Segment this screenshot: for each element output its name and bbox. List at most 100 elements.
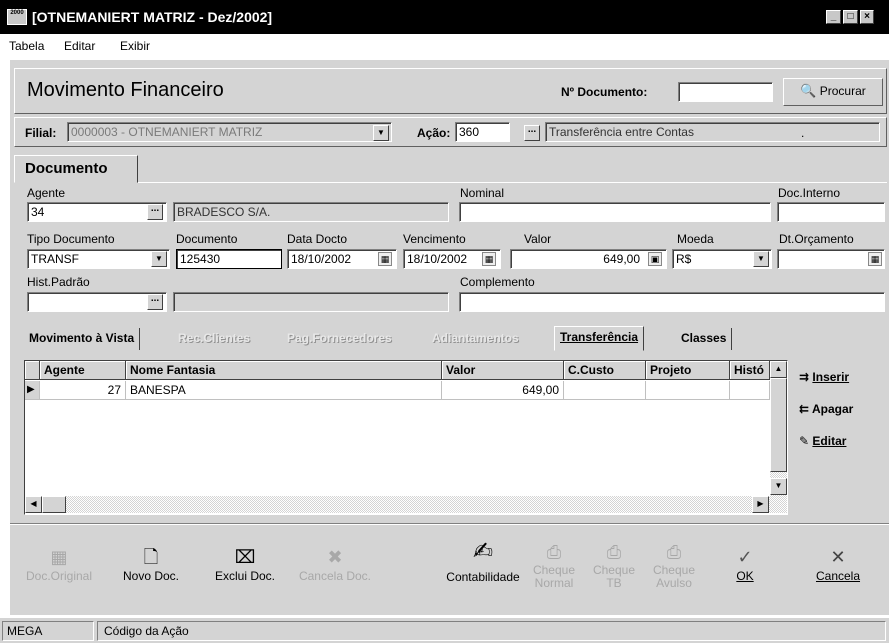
- valor-input[interactable]: 649,00: [510, 249, 667, 269]
- scroll-thumb[interactable]: [770, 378, 787, 472]
- filial-label: Filial:: [25, 126, 57, 140]
- menu-editar[interactable]: Editar: [64, 39, 95, 53]
- data-docto-calendar-icon[interactable]: ▦: [378, 252, 392, 266]
- tab-movimento-vista-label: Movimento à Vista: [29, 331, 135, 345]
- novo-doc-button[interactable]: 🗋 Novo Doc.: [116, 545, 186, 583]
- cancela-label: Cancela: [815, 569, 861, 583]
- tab-classes-label: Classes: [681, 331, 727, 345]
- grid-indicator-header: [25, 361, 40, 380]
- grid-vertical-scrollbar[interactable]: ▲ ▼: [770, 361, 787, 496]
- grid-col-ccusto[interactable]: C.Custo: [564, 361, 646, 380]
- grid-col-agente[interactable]: Agente: [40, 361, 126, 380]
- data-docto-label: Data Docto: [287, 232, 348, 246]
- insert-icon: ⇉: [799, 370, 810, 384]
- menu-bar: Tabela Editar Exibir: [0, 34, 889, 58]
- new-document-icon: 🗋: [143, 547, 159, 567]
- cell-valor[interactable]: 649,00: [442, 381, 564, 400]
- status-left: MEGA: [2, 621, 94, 641]
- scroll-up-icon[interactable]: ▲: [770, 361, 787, 378]
- doc-original-icon: ▦: [50, 547, 68, 567]
- grid-col-valor[interactable]: Valor: [442, 361, 564, 380]
- acao-code-input[interactable]: 360: [455, 122, 510, 142]
- cancela-button[interactable]: ✕ Cancela: [808, 545, 868, 583]
- delete-button[interactable]: ⇇ Apagar: [799, 402, 853, 416]
- nominal-input[interactable]: [459, 202, 771, 222]
- status-bar: MEGA Código da Ação: [0, 617, 889, 643]
- tipo-doc-dropdown-icon[interactable]: ▼: [151, 251, 167, 267]
- tab-movimento-vista[interactable]: Movimento à Vista: [24, 328, 141, 350]
- cell-ccusto[interactable]: [564, 381, 646, 400]
- menu-editar-label: Editar: [64, 39, 96, 53]
- app-icon-text: 2000: [10, 10, 24, 16]
- tab-transferencia-label: Transferência: [560, 330, 639, 344]
- edit-button[interactable]: ✎ Editar: [799, 434, 846, 448]
- cell-agente[interactable]: 27: [40, 381, 126, 400]
- acao-description: Transferência entre Contas: [545, 122, 880, 142]
- cell-projeto[interactable]: [646, 381, 730, 400]
- grid-col-historico[interactable]: Histó: [730, 361, 770, 380]
- complemento-label: Complemento: [460, 275, 535, 289]
- tab-strip: Movimento à Vista Rec.Clientes Pag.Forne…: [24, 326, 887, 351]
- cheque-tb-button: ⎙ Cheque TB: [588, 540, 640, 590]
- scroll-left-icon[interactable]: ◀: [25, 496, 42, 513]
- cheque-avulso-button: ⎙ Cheque Avulso: [648, 540, 700, 590]
- doc-interno-input[interactable]: [777, 202, 885, 222]
- tab-adiantamentos-label: Adiantamentos: [432, 331, 519, 345]
- moeda-dropdown-icon[interactable]: ▼: [753, 251, 769, 267]
- acao-lookup-button[interactable]: ...: [524, 125, 540, 141]
- contabilidade-button[interactable]: ✍ Contabilidade: [436, 540, 530, 585]
- nominal-label: Nominal: [460, 186, 505, 200]
- insert-button[interactable]: ⇉ Inserir: [799, 370, 849, 384]
- header-panel: Movimento Financeiro Nº Documento: 🔍 Pro…: [14, 68, 887, 114]
- grid-col-nome-fantasia[interactable]: Nome Fantasia: [126, 361, 442, 380]
- vencimento-calendar-icon[interactable]: ▦: [482, 252, 496, 266]
- table-row[interactable]: ▶ 27 BANESPA 649,00: [25, 381, 770, 401]
- window-title: [OTNEMANIERT MATRIZ - Dez/2002]: [32, 9, 273, 25]
- scroll-down-icon[interactable]: ▼: [770, 478, 787, 495]
- menu-exibir[interactable]: Exibir: [120, 39, 150, 53]
- cell-nome[interactable]: BANESPA: [126, 381, 442, 400]
- tab-transferencia[interactable]: Transferência: [554, 326, 645, 351]
- filial-select[interactable]: 0000003 - OTNEMANIERT MATRIZ: [67, 122, 392, 142]
- agente-lookup-button[interactable]: ...: [147, 204, 163, 220]
- status-right: Código da Ação: [97, 621, 886, 641]
- agente-code-input[interactable]: 34: [27, 202, 167, 222]
- documento-input[interactable]: 125430: [176, 249, 282, 269]
- ok-button[interactable]: ✓ OK: [725, 545, 765, 583]
- calculator-icon[interactable]: ▣: [648, 252, 662, 266]
- tab-classes[interactable]: Classes: [676, 328, 733, 350]
- menu-tabela[interactable]: Tabela: [9, 39, 44, 53]
- tab-pag-fornecedores: Pag.Fornecedores: [282, 328, 397, 350]
- search-button-label: Procurar: [819, 84, 866, 98]
- tab-adiantamentos: Adiantamentos: [427, 328, 524, 350]
- hist-padrao-lookup-button[interactable]: ...: [147, 294, 163, 310]
- exclui-doc-button[interactable]: ⌧ Exclui Doc.: [205, 545, 285, 583]
- hist-padrao-code-input[interactable]: [27, 292, 167, 312]
- tab-divider: [138, 182, 887, 183]
- dt-orcamento-calendar-icon[interactable]: ▦: [868, 252, 882, 266]
- menu-exibir-label: Exibir: [120, 39, 151, 53]
- cell-historico[interactable]: [730, 381, 770, 400]
- contabilidade-label: Contabilidade: [446, 570, 520, 584]
- tipo-doc-select[interactable]: TRANSF: [27, 249, 170, 269]
- tab-rec-clientes: Rec.Clientes: [173, 328, 255, 350]
- close-button[interactable]: ×: [860, 10, 874, 24]
- tab-documento[interactable]: Documento: [14, 155, 138, 183]
- tab-pag-fornecedores-label: Pag.Fornecedores: [287, 331, 392, 345]
- scroll-right-icon[interactable]: ▶: [752, 496, 769, 513]
- grid-col-projeto[interactable]: Projeto: [646, 361, 730, 380]
- minimize-button[interactable]: _: [826, 10, 841, 24]
- grid-horizontal-scrollbar[interactable]: ◀ ▶: [25, 496, 787, 513]
- maximize-button[interactable]: □: [843, 10, 858, 24]
- dt-orcamento-label: Dt.Orçamento: [779, 232, 854, 246]
- hscroll-thumb[interactable]: [42, 496, 66, 513]
- valor-label: Valor: [524, 232, 552, 246]
- filial-dropdown-icon[interactable]: ▼: [373, 125, 389, 141]
- doc-original-button: ▦ Doc.Original: [24, 545, 94, 583]
- doc-number-input[interactable]: [678, 82, 773, 102]
- complemento-input[interactable]: [459, 292, 885, 312]
- insert-label: Inserir: [812, 370, 850, 384]
- search-button[interactable]: 🔍 Procurar: [783, 78, 883, 106]
- edit-icon: ✎: [799, 434, 810, 448]
- tab-documento-label: Documento: [25, 160, 108, 177]
